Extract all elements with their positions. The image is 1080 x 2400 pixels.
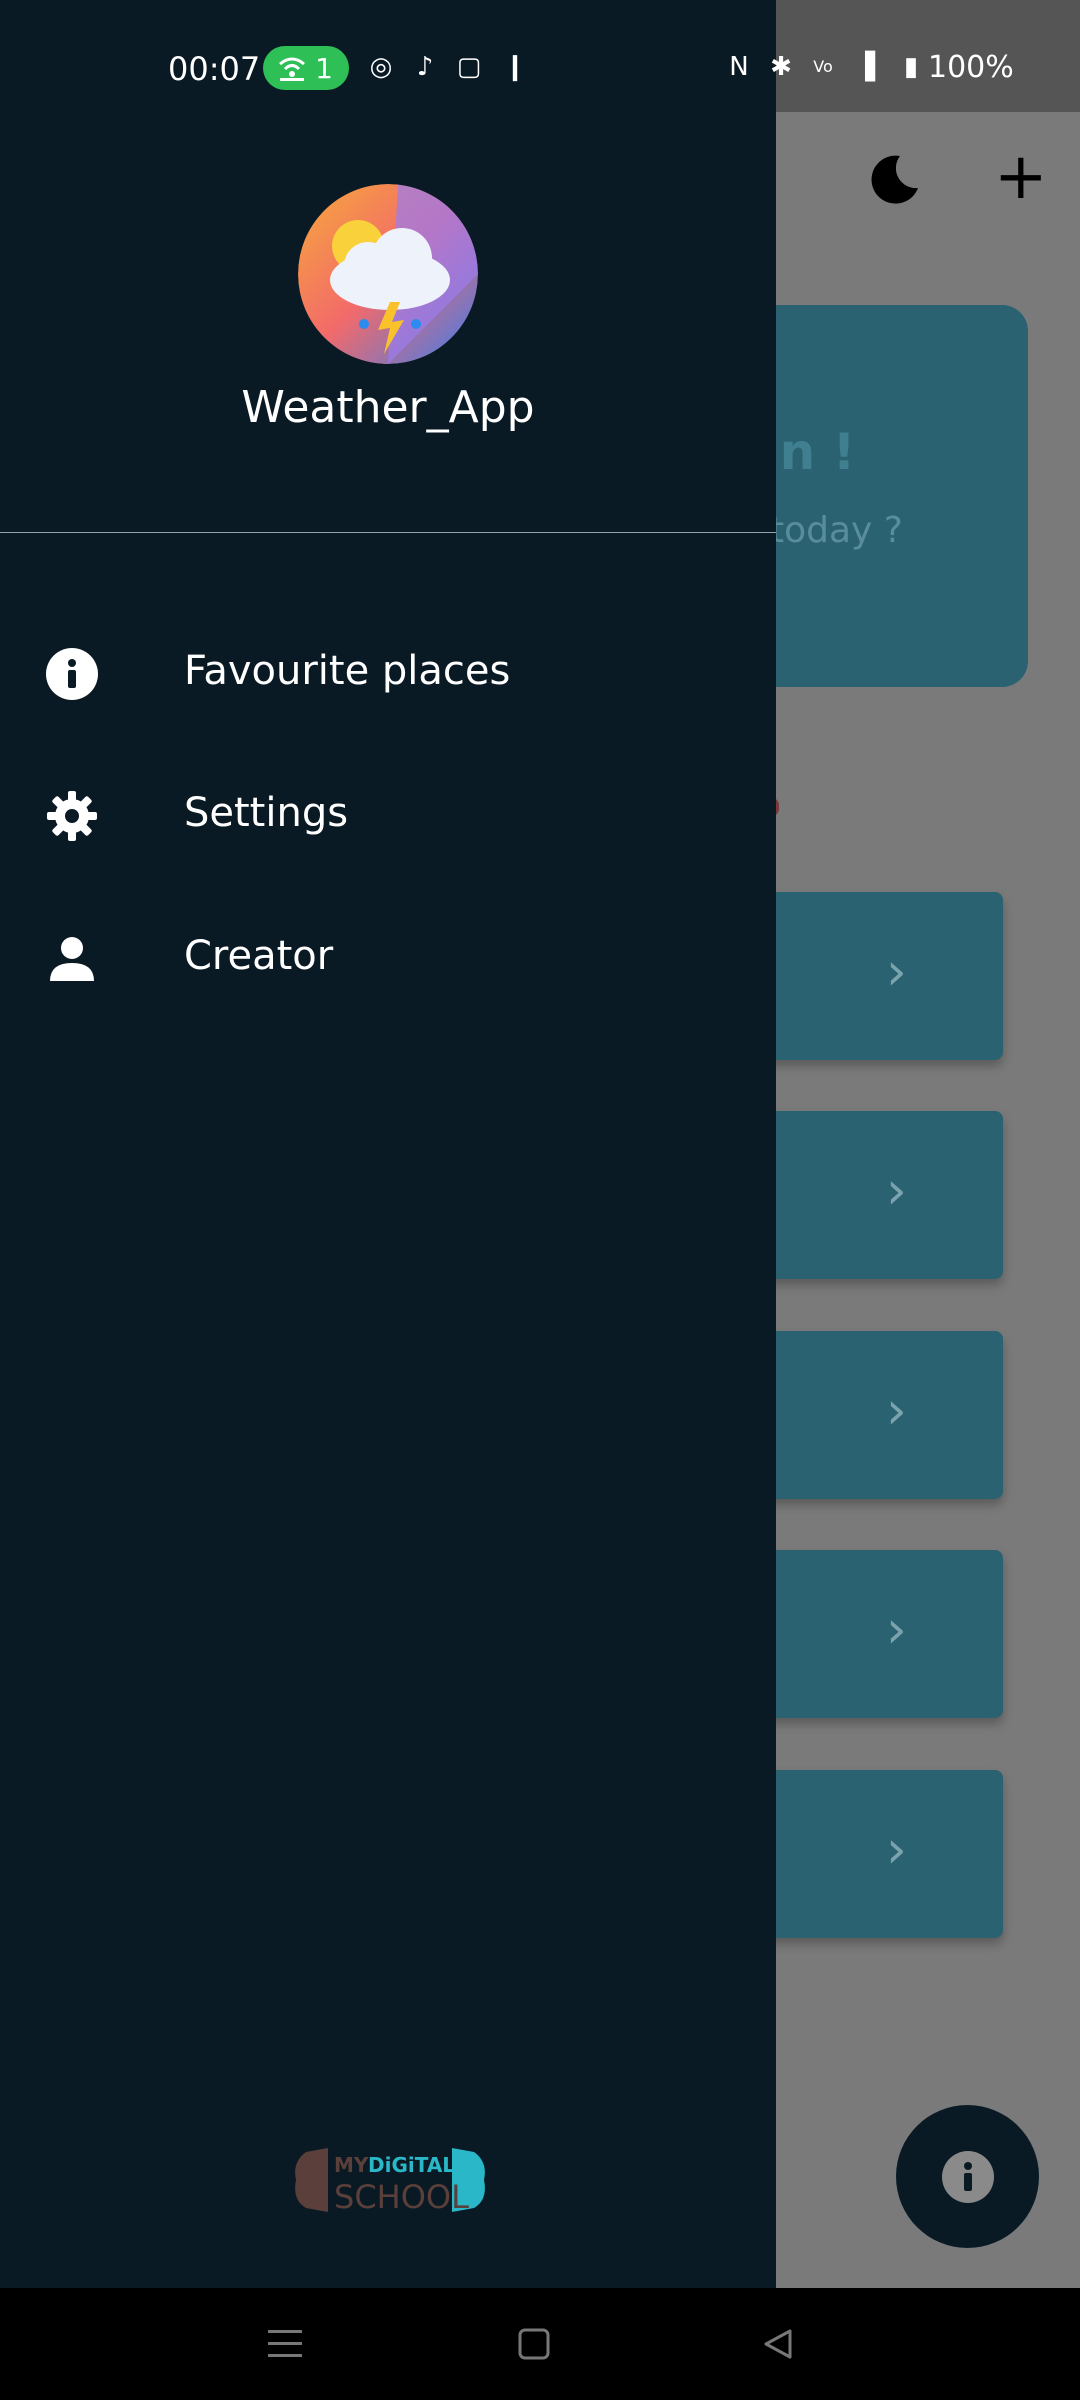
info-fab[interactable] (896, 2105, 1039, 2248)
hotspot-icon (279, 57, 305, 81)
volte-icon: Vo (813, 57, 833, 76)
chevron-right-icon: › (886, 1381, 907, 1441)
navigation-drawer: Weather_App Favourite places Settings Cr… (0, 112, 776, 2288)
battery-icon: ▮ (903, 52, 919, 82)
clock: 00:07 (168, 50, 261, 88)
menu-item-settings[interactable]: Settings (0, 766, 776, 866)
menu-item-favourite-places[interactable]: Favourite places (0, 624, 776, 724)
menu-item-label: Favourite places (184, 648, 511, 694)
tiktok-icon: ♪ (416, 52, 434, 82)
svg-text:SCHOOL: SCHOOL (334, 2178, 469, 2216)
app-notification-icon: ◎ (369, 52, 393, 82)
battery-percent: 100% (928, 50, 1014, 85)
add-button[interactable]: + (994, 145, 1048, 209)
svg-text:MY: MY (334, 2153, 369, 2177)
system-nav-bar (0, 2288, 1080, 2400)
chevron-right-icon: › (886, 942, 907, 1002)
home-icon[interactable] (518, 2328, 550, 2360)
back-icon[interactable] (762, 2328, 794, 2360)
instagram-icon: ▢ (456, 52, 482, 82)
my-digital-school-logo: MY DiGiTAL SCHOOL (295, 2148, 485, 2216)
info-icon (46, 648, 98, 700)
nba-icon: ❙ (504, 52, 526, 82)
hotspot-badge: 1 (263, 46, 349, 90)
chevron-right-icon: › (886, 1161, 907, 1221)
bluetooth-icon: ✱ (770, 52, 792, 82)
chevron-right-icon: › (886, 1600, 907, 1660)
app-name: Weather_App (241, 382, 535, 433)
chevron-right-icon: › (886, 1820, 907, 1880)
nfc-icon: N (729, 52, 749, 82)
drawer-divider (0, 532, 776, 533)
info-icon (941, 2150, 994, 2203)
signal-5g-icon: ▐ (855, 52, 875, 82)
gear-icon (47, 791, 97, 841)
menu-item-label: Creator (184, 933, 334, 979)
svg-text:DiGiTAL: DiGiTAL (368, 2153, 455, 2177)
menu-icon[interactable] (268, 2328, 302, 2360)
hotspot-count: 1 (315, 51, 333, 85)
app-logo (298, 184, 478, 364)
person-icon (50, 937, 94, 981)
menu-item-label: Settings (184, 790, 349, 836)
greeting-question: today ? (770, 510, 903, 551)
menu-item-creator[interactable]: Creator (0, 909, 776, 1009)
dark-mode-icon[interactable] (870, 152, 922, 204)
